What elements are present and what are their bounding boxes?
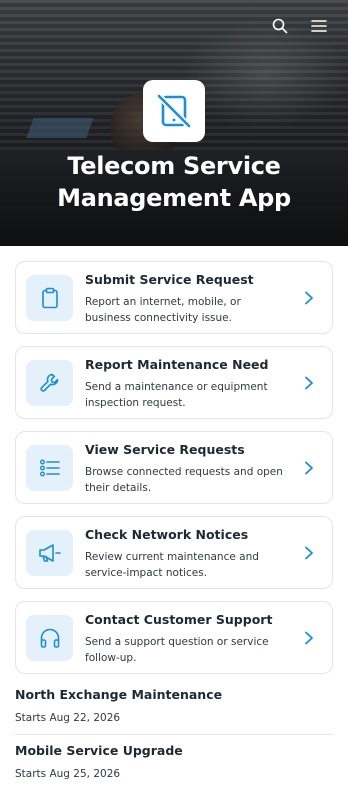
notice-list: North Exchange Maintenance Starts Aug 22… bbox=[15, 684, 333, 794]
megaphone-icon bbox=[38, 544, 61, 562]
chevron-right-icon bbox=[302, 545, 316, 561]
action-card-title: Submit Service Request bbox=[85, 272, 254, 287]
chevron-right-icon bbox=[302, 290, 316, 306]
notice-item-north-exchange[interactable]: North Exchange Maintenance Starts Aug 22… bbox=[15, 684, 333, 740]
search-icon bbox=[272, 18, 288, 34]
page-title: Telecom Service Management App bbox=[0, 150, 348, 214]
action-card-contact-support[interactable]: Contact Customer Support Send a support … bbox=[15, 601, 333, 674]
hero-banner: Telecom Service Management App bbox=[0, 0, 348, 246]
page-title-line-2: Management App bbox=[57, 184, 291, 212]
action-card-report-maintenance[interactable]: Report Maintenance Need Send a maintenan… bbox=[15, 346, 333, 419]
notice-title: Mobile Service Upgrade bbox=[15, 743, 183, 758]
action-card-icon-box bbox=[26, 530, 73, 576]
action-card-description: Review current maintenance and service-i… bbox=[85, 551, 259, 579]
notice-date: Starts Aug 25, 2026 bbox=[15, 768, 121, 780]
action-card-description: Browse connected requests and open their… bbox=[85, 466, 283, 494]
action-card-list: Submit Service Request Report an interne… bbox=[15, 261, 333, 686]
chevron-right-icon bbox=[302, 460, 316, 476]
wrench-icon bbox=[39, 373, 58, 392]
menu-button[interactable] bbox=[307, 14, 331, 38]
action-card-title: Check Network Notices bbox=[85, 527, 249, 542]
action-card-icon-box bbox=[26, 275, 73, 321]
action-card-description: Report an internet, mobile, or business … bbox=[85, 296, 241, 324]
action-card-title: Contact Customer Support bbox=[85, 612, 273, 627]
chevron-right-icon bbox=[302, 375, 316, 391]
notice-date: Starts Aug 22, 2026 bbox=[15, 712, 121, 724]
action-card-icon-box bbox=[26, 615, 73, 661]
search-button[interactable] bbox=[268, 14, 292, 38]
action-card-check-network-notices[interactable]: Check Network Notices Review current mai… bbox=[15, 516, 333, 589]
app-logo bbox=[143, 80, 205, 142]
action-card-title: View Service Requests bbox=[85, 442, 245, 457]
action-card-submit-service-request[interactable]: Submit Service Request Report an interne… bbox=[15, 261, 333, 334]
notice-item-mobile-upgrade[interactable]: Mobile Service Upgrade Starts Aug 25, 20… bbox=[15, 740, 333, 794]
action-card-view-service-requests[interactable]: View Service Requests Browse connected r… bbox=[15, 431, 333, 504]
action-card-description: Send a maintenance or equipment inspecti… bbox=[85, 381, 268, 409]
clipboard-icon bbox=[41, 287, 58, 309]
action-card-icon-box bbox=[26, 360, 73, 406]
hamburger-menu-icon bbox=[311, 20, 327, 32]
no-mobile-icon bbox=[156, 93, 192, 129]
headset-icon bbox=[40, 628, 59, 648]
action-card-description: Send a support question or service follo… bbox=[85, 636, 269, 664]
action-card-title: Report Maintenance Need bbox=[85, 357, 269, 372]
divider bbox=[15, 734, 333, 735]
page-title-line-1: Telecom Service bbox=[67, 152, 281, 180]
chevron-right-icon bbox=[302, 630, 316, 646]
list-icon bbox=[39, 459, 60, 477]
action-card-icon-box bbox=[26, 445, 73, 491]
notice-title: North Exchange Maintenance bbox=[15, 687, 223, 702]
